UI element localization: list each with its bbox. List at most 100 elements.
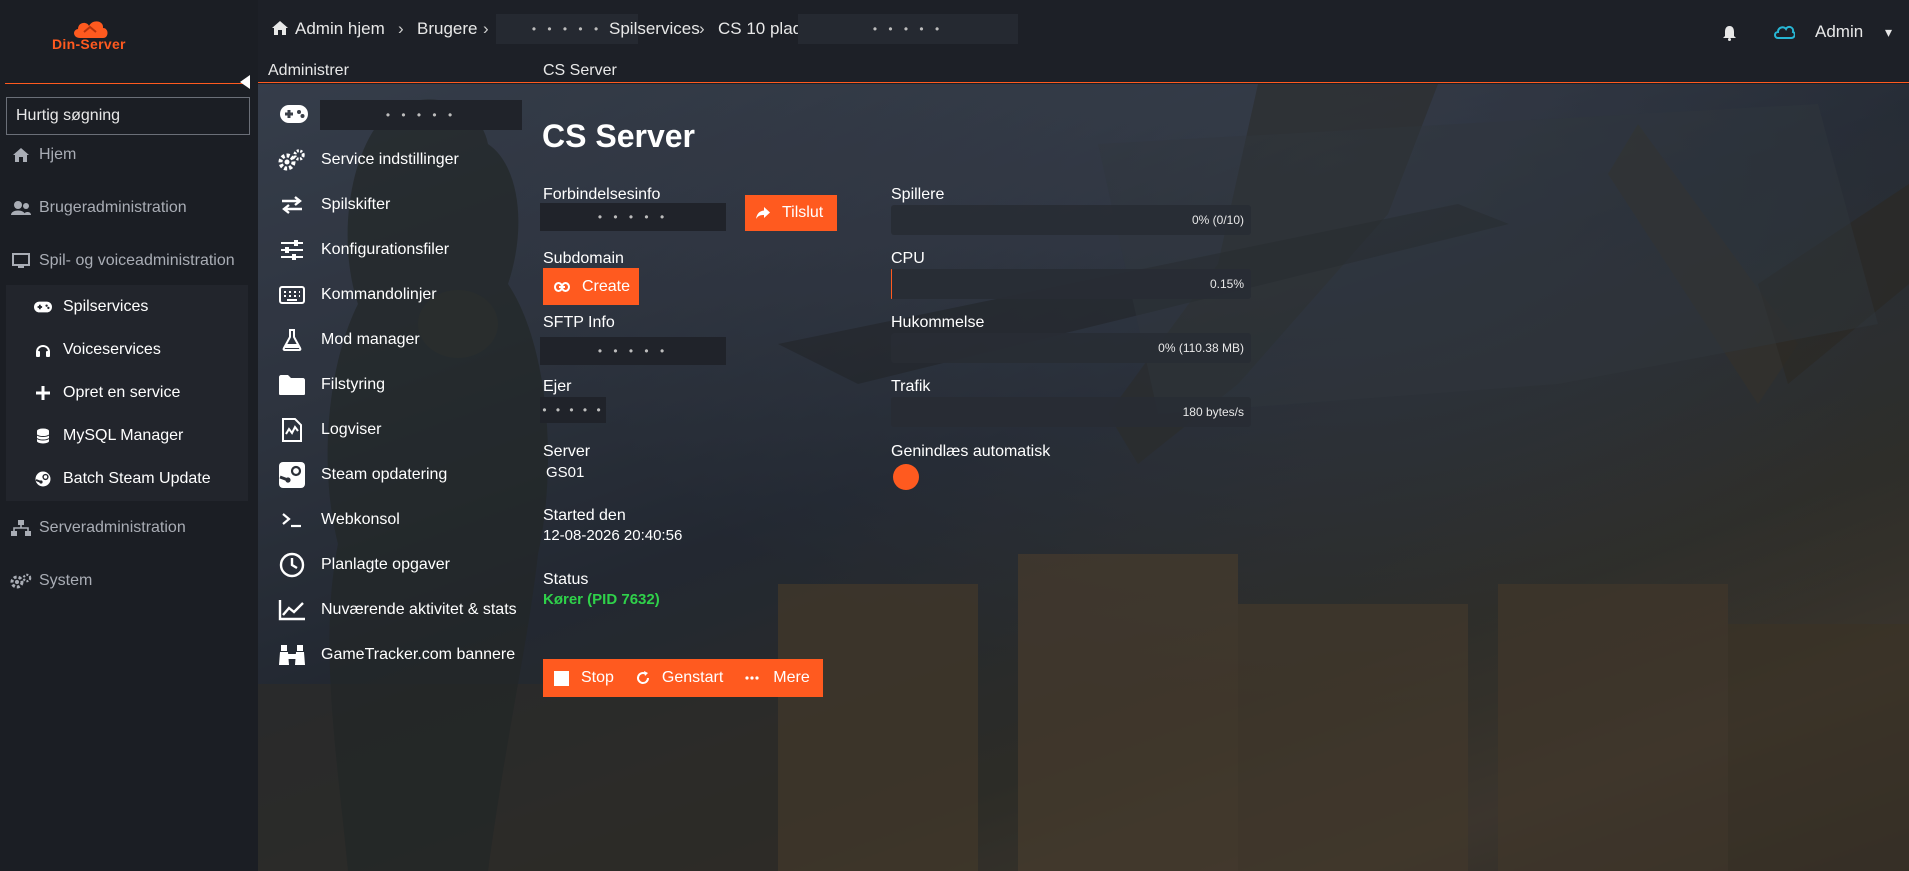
sidebar-submenu: Spilservices Voiceservices Opret en serv… [6,285,248,501]
cpu-progress-fill [891,269,892,299]
gamepad-icon [34,299,52,315]
cpu-progress-bar: 0.15% [891,269,1251,299]
menu-file-manager[interactable]: Filstyring [278,367,528,403]
menu-config-files[interactable]: Konfigurationsfiler [278,232,528,268]
user-cloud-icon [1774,25,1795,39]
create-subdomain-button[interactable]: Create [543,268,639,305]
steam-icon [34,471,52,487]
connection-info-value[interactable]: • • • • • [540,203,726,231]
sidebar-collapse-icon[interactable] [240,75,250,89]
restart-icon [636,671,649,684]
sidebar-item-game-voice-admin[interactable]: Spil- og voiceadministration [0,243,258,279]
memory-progress-text: 0% (110.38 MB) [1158,341,1244,355]
monitor-icon [10,252,32,270]
menu-web-console[interactable]: Webkonsol [278,502,528,538]
menu-label: Filstyring [321,376,386,393]
connect-button[interactable]: Tilslut [745,195,837,231]
stop-icon [554,670,569,686]
auto-reload-label: Genindlæs automatisk [891,443,1051,460]
breadcrumb-redacted-service: • • • • • [798,14,1018,44]
server-label: Server [543,443,591,460]
stop-button-label: Stop [581,669,614,686]
players-progress-bar: 0% (0/10) [891,205,1251,235]
menu-label: Service indstillinger [321,151,459,168]
clock-icon [278,552,306,578]
auto-reload-toggle[interactable] [893,464,919,490]
menu-label: Konfigurationsfiler [321,241,450,258]
section-title-manage: Administrer [268,62,349,79]
submenu-item-label: Voiceservices [63,341,161,358]
sidebar-item-user-admin[interactable]: Brugeradministration [0,190,258,226]
menu-label: GameTracker.com bannere [321,646,516,663]
gamepad-icon [280,105,308,128]
stop-button[interactable]: Stop [543,659,614,697]
log-icon [278,417,306,443]
share-arrow-icon [756,207,770,219]
sidebar-divider [5,83,250,84]
gears-icon [10,572,32,590]
sidebar-item-system[interactable]: System [0,563,258,599]
owner-label: Ejer [543,378,572,395]
traffic-progress-text: 180 bytes/s [1182,405,1244,419]
folder-icon [278,372,306,398]
menu-service-settings[interactable]: Service indstillinger [278,142,528,178]
menu-label: Steam opdatering [321,466,448,483]
submenu-item-mysql-manager[interactable]: MySQL Manager [6,419,248,453]
menu-label: Logviser [321,421,382,438]
quick-search-input[interactable] [6,97,250,135]
create-button-label: Create [582,277,631,295]
submenu-item-label: Opret en service [63,384,181,401]
sidebar: Din-Server Hjem Brugeradministration Spi… [0,0,258,871]
sidebar-item-label: System [39,572,93,589]
chevron-down-icon[interactable]: ▾ [1885,24,1892,41]
more-button-label: Mere [773,669,810,686]
breadcrumb-users[interactable]: Brugere [417,19,477,39]
submenu-item-voice-services[interactable]: Voiceservices [6,333,248,367]
menu-mod-manager[interactable]: Mod manager [278,322,528,358]
bell-icon[interactable] [1723,26,1736,41]
breadcrumb-game-services[interactable]: Spilservices [609,19,700,39]
traffic-progress-bar: 180 bytes/s [891,397,1251,427]
breadcrumb-separator: › [483,19,489,38]
submenu-item-create-service[interactable]: Opret en service [6,376,248,410]
submenu-item-batch-steam-update[interactable]: Batch Steam Update [6,462,248,496]
more-button[interactable]: Mere [723,659,810,697]
menu-label: Spilskifter [321,196,391,213]
restart-button[interactable]: Genstart [614,659,723,697]
sftp-info-value[interactable]: • • • • • [540,337,726,365]
breadcrumb-home[interactable]: Admin hjem [295,19,385,39]
started-label: Started den [543,507,626,524]
menu-label: Kommandolinjer [321,286,437,303]
status-label: Status [543,571,589,588]
owner-value[interactable]: • • • • • [540,397,606,423]
service-name-redacted: • • • • • [320,100,522,130]
menu-log-viewer[interactable]: Logviser [278,412,528,448]
brand-logo-text: Din-Server [52,36,126,52]
sidebar-item-home[interactable]: Hjem [0,137,258,173]
breadcrumb-separator: › [699,19,705,38]
network-icon [10,519,32,537]
memory-label: Hukommelse [891,314,985,331]
menu-gametracker-banners[interactable]: GameTracker.com bannere [278,637,528,673]
sftp-info-label: SFTP Info [543,314,615,331]
cpu-label: CPU [891,250,925,267]
menu-scheduled-tasks[interactable]: Planlagte opgaver [278,547,528,583]
sidebar-item-label: Brugeradministration [39,199,187,216]
menu-game-switch[interactable]: Spilskifter [278,187,528,223]
menu-command-lines[interactable]: Kommandolinjer [278,277,528,313]
menu-activity-stats[interactable]: Nuværende aktivitet & stats [278,592,528,628]
menu-steam-update[interactable]: Steam opdatering [278,457,528,493]
breadcrumb-separator: › [398,19,404,38]
sidebar-item-server-admin[interactable]: Serveradministration [0,510,258,546]
cogs-icon [278,147,306,173]
user-menu[interactable]: Admin [1815,22,1863,42]
home-icon [272,21,288,35]
brand-logo[interactable]: Din-Server [44,18,134,54]
cpu-progress-text: 0.15% [1209,277,1244,291]
traffic-label: Trafik [891,378,931,395]
swap-icon [278,192,306,218]
connect-button-label: Tilslut [782,204,824,221]
flask-icon [278,327,306,353]
section-title-service: CS Server [543,62,617,79]
submenu-item-game-services[interactable]: Spilservices [6,290,248,324]
